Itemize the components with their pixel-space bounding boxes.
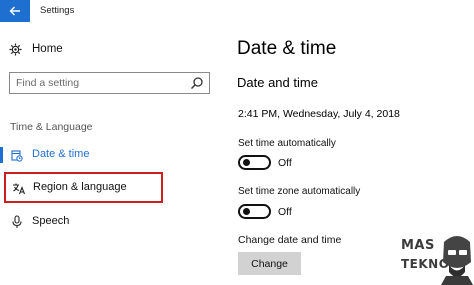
title-bar: Settings bbox=[0, 0, 474, 22]
search-icon[interactable] bbox=[190, 76, 204, 90]
change-button[interactable]: Change bbox=[238, 252, 301, 275]
active-indicator bbox=[0, 147, 3, 163]
set-timezone-automatically-toggle[interactable] bbox=[238, 204, 271, 219]
section-label: Time & Language bbox=[10, 121, 93, 133]
search-input[interactable] bbox=[16, 75, 186, 91]
language-icon bbox=[12, 181, 26, 195]
active-indicator bbox=[0, 214, 3, 230]
gear-icon bbox=[8, 42, 22, 56]
search-box[interactable] bbox=[9, 72, 210, 94]
sidebar-item-region-language[interactable]: Region & language bbox=[4, 172, 163, 203]
sidebar-item-date-time[interactable]: Date & time bbox=[0, 144, 200, 166]
current-datetime: 2:41 PM, Wednesday, July 4, 2018 bbox=[238, 108, 400, 120]
watermark-text: MAS bbox=[401, 238, 435, 253]
watermark-logo: MAS TEKNO bbox=[398, 232, 474, 285]
set-timezone-automatically-label: Set time zone automatically bbox=[238, 186, 361, 197]
mascot-face-icon bbox=[441, 236, 473, 285]
sidebar-item-speech[interactable]: Speech bbox=[0, 211, 200, 233]
sidebar-item-label: Date & time bbox=[32, 148, 90, 160]
microphone-icon bbox=[10, 215, 24, 229]
sidebar-item-label: Speech bbox=[32, 215, 70, 227]
section-heading: Date and time bbox=[237, 75, 318, 90]
sidebar-item-home-label: Home bbox=[32, 43, 63, 55]
sidebar-item-label: Region & language bbox=[33, 181, 127, 193]
toggle-knob bbox=[243, 159, 250, 166]
sidebar: Home Time & Language Date & time bbox=[0, 22, 225, 285]
page-title: Date & time bbox=[237, 38, 337, 59]
back-button[interactable] bbox=[0, 0, 30, 22]
set-time-automatically-toggle[interactable] bbox=[238, 155, 271, 170]
back-arrow-icon bbox=[9, 6, 20, 16]
toggle-state-label: Off bbox=[278, 157, 292, 169]
set-time-automatically-label: Set time automatically bbox=[238, 138, 336, 149]
sidebar-item-home[interactable]: Home bbox=[8, 40, 63, 58]
toggle-knob bbox=[243, 208, 250, 215]
change-date-time-label: Change date and time bbox=[238, 234, 342, 246]
clock-calendar-icon bbox=[10, 148, 24, 162]
window-title: Settings bbox=[40, 5, 75, 16]
toggle-state-label: Off bbox=[278, 206, 292, 218]
